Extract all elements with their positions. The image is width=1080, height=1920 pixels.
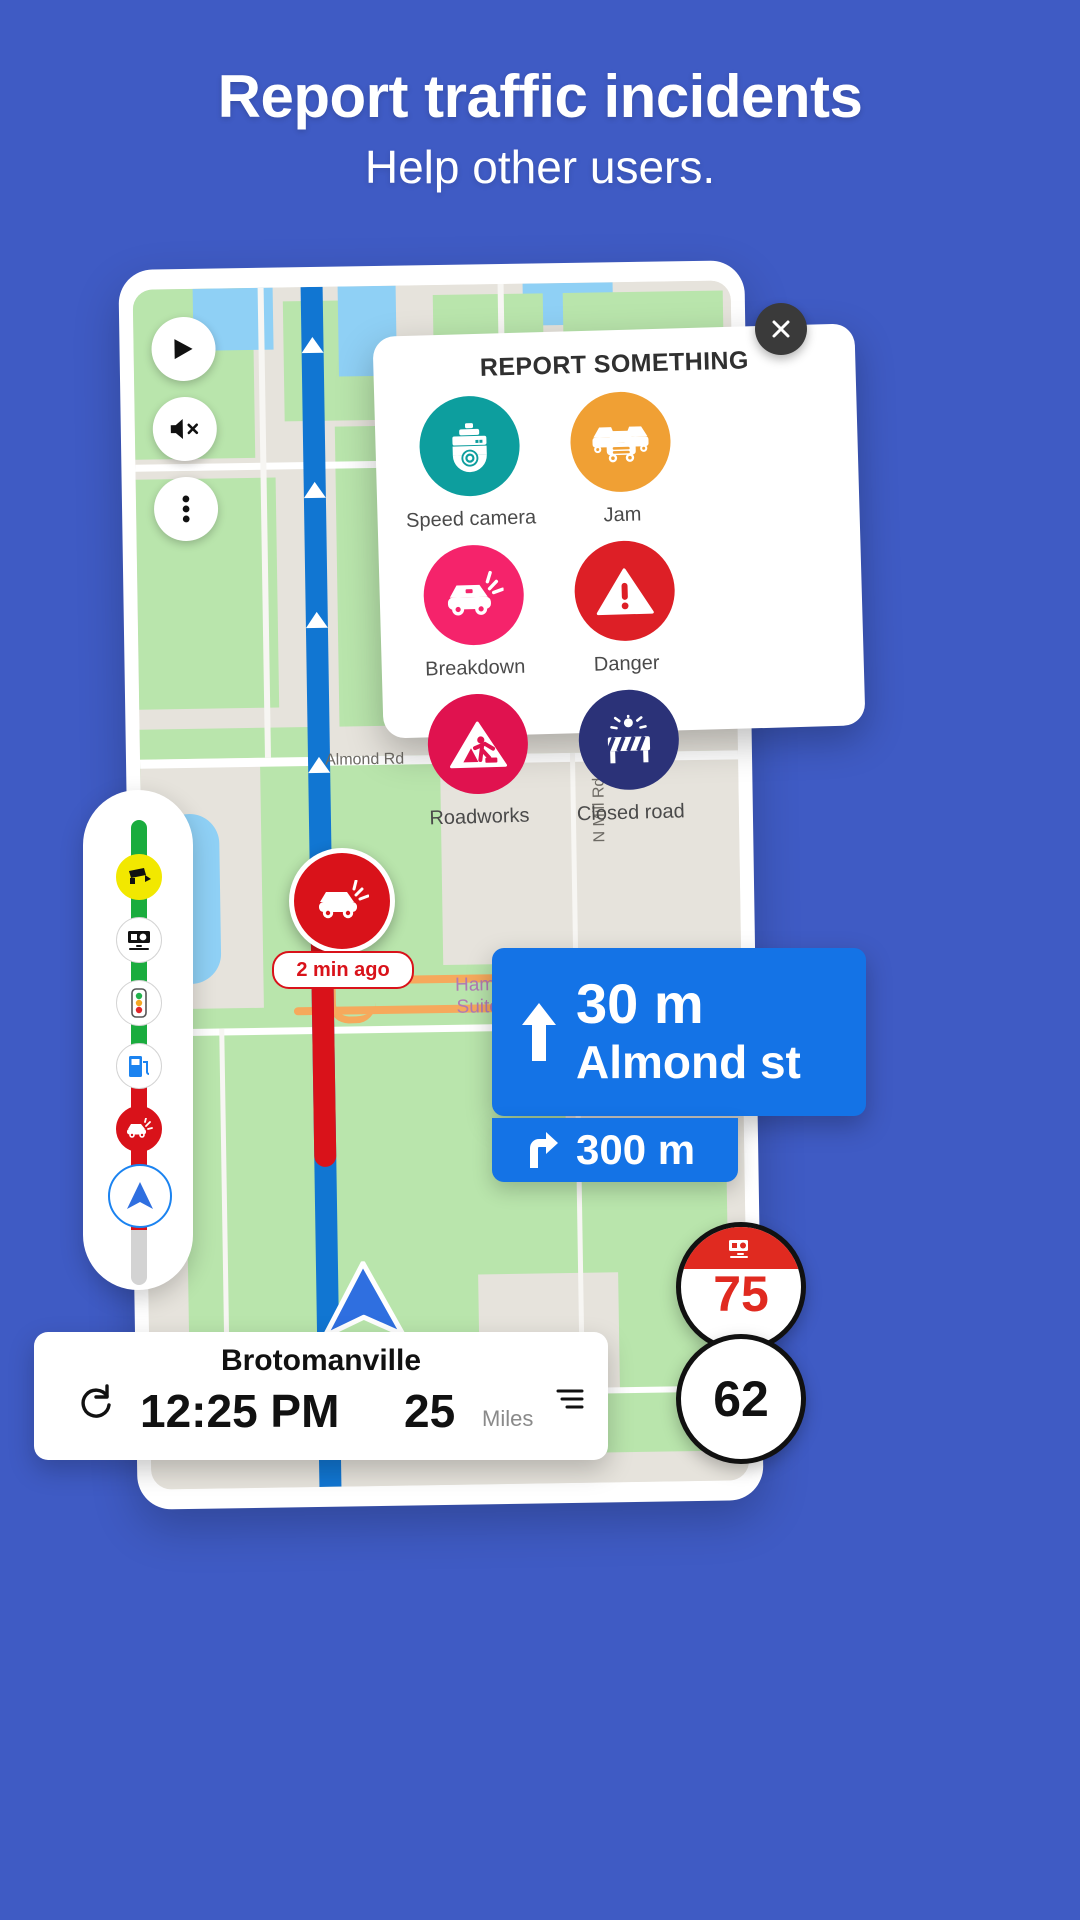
navigation-banner-secondary: 300 m — [492, 1118, 738, 1182]
route-progress-strip[interactable] — [83, 790, 193, 1290]
navigation-distance: 30 m — [576, 972, 704, 1035]
page-subtitle: Help other users. — [364, 141, 716, 193]
roadworks-icon — [426, 692, 529, 796]
route-stop-traffic-light[interactable] — [116, 980, 162, 1026]
camera-icon — [128, 931, 150, 950]
incident-marker[interactable] — [289, 848, 395, 954]
map-label-almond-rd: Almond Rd — [324, 750, 405, 769]
route-segment-remaining — [131, 1230, 147, 1285]
arrow-straight-icon — [522, 1003, 556, 1061]
warning-triangle-icon — [573, 539, 677, 643]
route-stop-camera[interactable] — [116, 917, 162, 963]
speed-camera-icon — [681, 1227, 801, 1269]
report-option-label: Speed camera — [405, 506, 537, 532]
car-breakdown-icon — [127, 1118, 153, 1138]
report-option-jam[interactable]: Jam — [546, 390, 697, 529]
navigation-cursor-icon — [174, 339, 193, 360]
trip-status-bar[interactable]: Brotomanville 12:25 PM 25 Miles — [34, 1332, 608, 1460]
traffic-jam-icon — [569, 390, 672, 494]
trip-menu-button[interactable] — [556, 1388, 584, 1415]
eta-time: 12:25 PM — [140, 1385, 340, 1437]
remaining-distance-unit: Miles — [482, 1406, 534, 1431]
navigation-street: Almond st — [576, 1036, 801, 1088]
speaker-muted-icon — [170, 419, 199, 439]
car-breakdown-icon — [319, 880, 369, 919]
report-option-label: Breakdown — [424, 655, 526, 681]
report-dialog[interactable]: REPORT SOMETHING Speed camera Jam Breakd… — [372, 323, 866, 829]
more-vertical-icon — [182, 495, 190, 523]
car-breakdown-icon — [421, 543, 525, 647]
refresh-icon — [81, 1384, 111, 1418]
destination-city: Brotomanville — [220, 1344, 422, 1377]
page-title: Report traffic incidents — [217, 63, 863, 130]
menu-lines-icon — [556, 1389, 584, 1409]
report-option-breakdown[interactable]: Breakdown — [398, 543, 549, 682]
speed-camera-icon — [417, 394, 521, 498]
route-stop-speed-camera[interactable] — [116, 854, 162, 900]
fuel-pump-icon — [129, 1056, 150, 1077]
arrow-right-turn-icon — [530, 1132, 558, 1168]
report-options-grid: Speed camera Jam Breakdown Danger Roadwo… — [394, 386, 848, 845]
closed-road-icon — [577, 688, 681, 792]
report-option-speed-camera[interactable]: Speed camera — [394, 394, 545, 533]
route-chevron-icon — [301, 336, 324, 354]
navigation-arrow-icon — [127, 1182, 153, 1209]
navigation-banner-primary: 30 m Almond st — [492, 948, 866, 1116]
route-stop-fuel[interactable] — [116, 1043, 162, 1089]
route-chevron-icon — [305, 611, 328, 629]
refresh-route-button[interactable] — [74, 1380, 118, 1429]
route-current-position — [108, 1164, 172, 1228]
speed-limit-badge: 75 — [676, 1222, 806, 1352]
report-option-closed-road[interactable]: Closed road — [554, 688, 705, 827]
speed-limit-value: 75 — [713, 1266, 769, 1322]
speed-camera-icon — [129, 868, 151, 884]
navigation-secondary-distance: 300 m — [576, 1126, 696, 1173]
report-option-label: Danger — [593, 651, 660, 676]
report-option-label: Roadworks — [429, 804, 530, 830]
traffic-light-icon — [131, 988, 147, 1018]
report-option-danger[interactable]: Danger — [550, 539, 701, 678]
report-option-label: Jam — [603, 503, 642, 527]
current-speed-badge: 62 — [676, 1334, 806, 1464]
route-stop-breakdown[interactable] — [116, 1106, 162, 1152]
close-icon — [772, 320, 790, 338]
remaining-distance: 25 — [404, 1385, 456, 1437]
incident-time-badge: 2 min ago — [272, 951, 414, 989]
report-option-roadworks[interactable]: Roadworks — [403, 692, 554, 831]
navigation-arrow-icon — [322, 1260, 406, 1339]
report-option-label: Closed road — [576, 800, 686, 826]
close-dialog-button[interactable] — [755, 303, 807, 355]
route-chevron-icon — [303, 481, 326, 499]
